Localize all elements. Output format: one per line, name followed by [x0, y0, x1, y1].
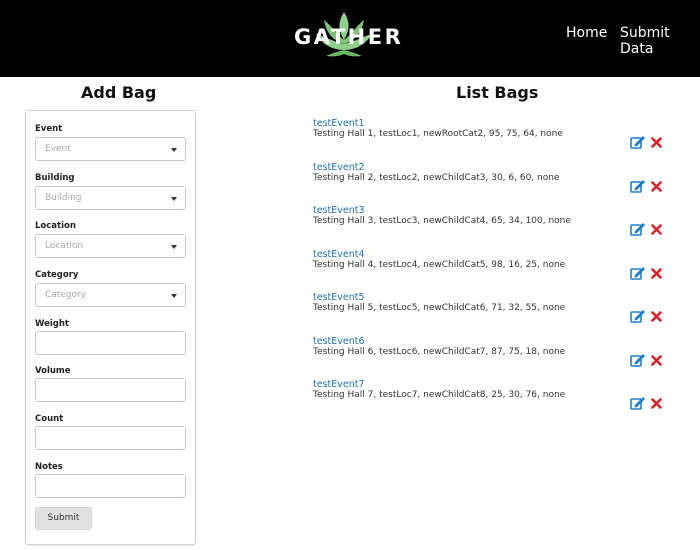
location-label: Location	[35, 221, 76, 231]
weight-label: Weight	[35, 319, 69, 329]
edit-icon[interactable]	[630, 135, 646, 149]
bag-details-text: Testing Hall 3, testLoc3, newChildCat4, …	[313, 216, 571, 226]
edit-icon[interactable]	[630, 179, 646, 193]
bag-list-item: testEvent2 Testing Hall 2, testLoc2, newC…	[313, 162, 673, 202]
submit-button[interactable]: Submit	[35, 507, 92, 530]
delete-icon[interactable]	[651, 311, 662, 322]
top-navbar: GATHER Home Submit Data	[0, 0, 700, 77]
logo-text: GATHER	[294, 25, 404, 49]
bag-event-link[interactable]: testEvent5	[313, 292, 365, 303]
chevron-down-icon	[171, 148, 177, 152]
building-select[interactable]: Building	[35, 186, 186, 210]
add-bag-form: Event Event Building Building Location L…	[25, 110, 196, 545]
chevron-down-icon	[171, 294, 177, 298]
bag-event-link[interactable]: testEvent2	[313, 162, 365, 173]
event-placeholder: Event	[45, 144, 71, 154]
nav-home-link[interactable]: Home	[566, 25, 607, 41]
edit-icon[interactable]	[630, 222, 646, 236]
bag-details-text: Testing Hall 4, testLoc4, newChildCat5, …	[313, 260, 566, 270]
nav-submit-data-link[interactable]: Submit Data	[620, 25, 700, 57]
delete-icon[interactable]	[651, 398, 662, 409]
gather-logo[interactable]: GATHER	[294, 10, 404, 58]
count-input[interactable]	[35, 426, 186, 450]
chevron-down-icon	[171, 245, 177, 249]
volume-input[interactable]	[35, 378, 186, 402]
count-label: Count	[35, 414, 64, 424]
category-placeholder: Category	[45, 290, 87, 300]
event-label: Event	[35, 124, 63, 134]
volume-label: Volume	[35, 366, 71, 376]
bag-event-link[interactable]: testEvent7	[313, 379, 365, 390]
edit-icon[interactable]	[630, 353, 646, 367]
category-select[interactable]: Category	[35, 283, 186, 307]
bag-details-text: Testing Hall 1, testLoc1, newRootCat2, 9…	[313, 129, 563, 139]
notes-input[interactable]	[35, 474, 186, 498]
bag-event-link[interactable]: testEvent6	[313, 336, 365, 347]
bag-list-item: testEvent3 Testing Hall 3, testLoc3, newC…	[313, 205, 673, 245]
edit-icon[interactable]	[630, 309, 646, 323]
bag-details-text: Testing Hall 7, testLoc7, newChildCat8, …	[313, 390, 566, 400]
bag-event-link[interactable]: testEvent3	[313, 205, 365, 216]
delete-icon[interactable]	[651, 137, 662, 148]
bag-list-item: testEvent5 Testing Hall 5, testLoc5, newC…	[313, 292, 673, 332]
bag-details-text: Testing Hall 6, testLoc6, newChildCat7, …	[313, 347, 566, 357]
location-placeholder: Location	[45, 241, 84, 251]
notes-label: Notes	[35, 462, 63, 472]
add-bag-title: Add Bag	[81, 83, 157, 102]
bag-details-text: Testing Hall 2, testLoc2, newChildCat3, …	[313, 173, 560, 183]
building-placeholder: Building	[45, 193, 82, 203]
building-label: Building	[35, 173, 75, 183]
bag-list-item: testEvent4 Testing Hall 4, testLoc4, newC…	[313, 249, 673, 289]
bag-event-link[interactable]: testEvent4	[313, 249, 365, 260]
bag-event-link[interactable]: testEvent1	[313, 118, 365, 129]
list-bags-title: List Bags	[456, 83, 539, 102]
edit-icon[interactable]	[630, 266, 646, 280]
bag-list-item: testEvent6 Testing Hall 6, testLoc6, newC…	[313, 336, 673, 376]
event-select[interactable]: Event	[35, 137, 186, 161]
bag-list-item: testEvent1 Testing Hall 1, testLoc1, newR…	[313, 118, 673, 158]
delete-icon[interactable]	[651, 355, 662, 366]
bag-list-item: testEvent7 Testing Hall 7, testLoc7, newC…	[313, 379, 673, 419]
bag-details-text: Testing Hall 5, testLoc5, newChildCat6, …	[313, 303, 566, 313]
edit-icon[interactable]	[630, 396, 646, 410]
category-label: Category	[35, 270, 79, 280]
delete-icon[interactable]	[651, 268, 662, 279]
delete-icon[interactable]	[651, 181, 662, 192]
delete-icon[interactable]	[651, 224, 662, 235]
weight-input[interactable]	[35, 331, 186, 355]
chevron-down-icon	[171, 197, 177, 201]
location-select[interactable]: Location	[35, 234, 186, 258]
